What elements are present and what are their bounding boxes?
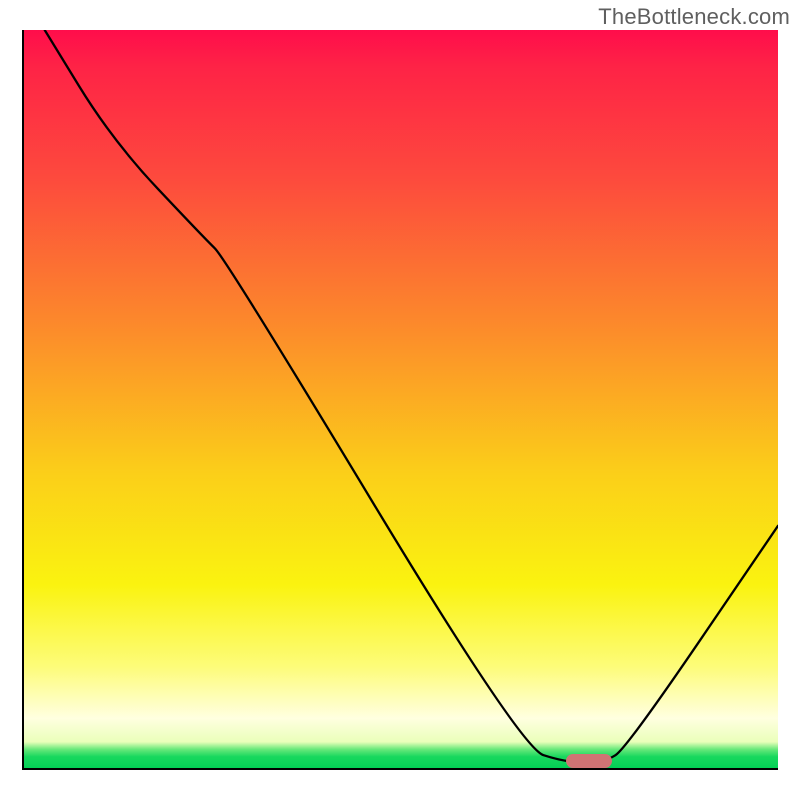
watermark-text: TheBottleneck.com — [598, 4, 790, 30]
axes-frame — [22, 30, 778, 770]
chart-stage: TheBottleneck.com — [0, 0, 800, 800]
